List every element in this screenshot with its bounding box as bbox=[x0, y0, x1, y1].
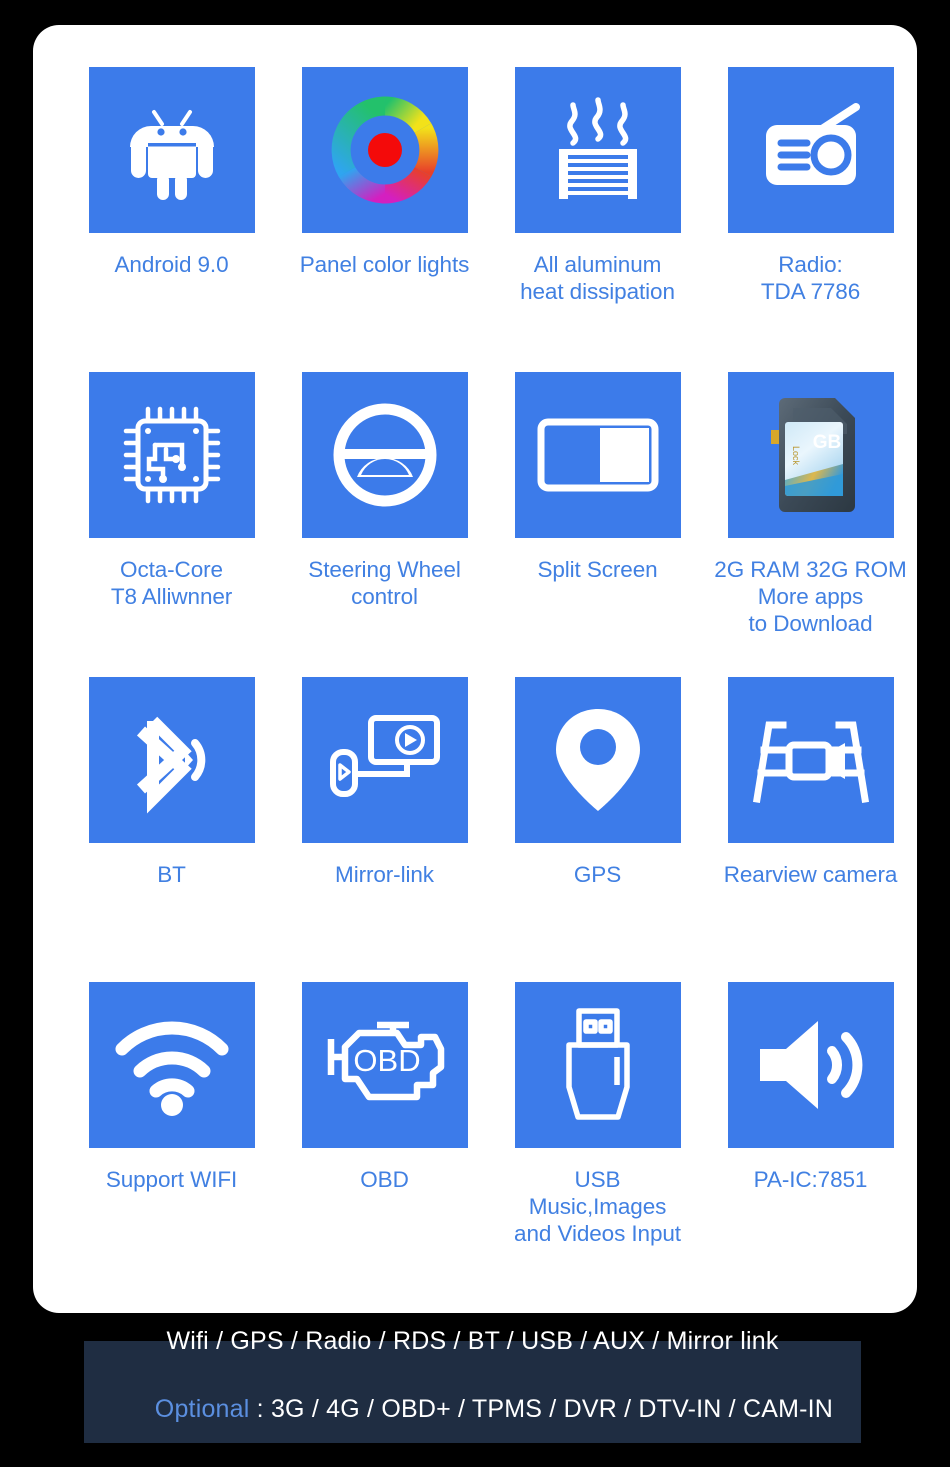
feature-label: Radio: TDA 7786 bbox=[761, 251, 860, 305]
optional-separator: : bbox=[250, 1395, 271, 1423]
split-screen-icon bbox=[536, 410, 660, 500]
feature-tile bbox=[728, 677, 894, 843]
feature-tile: GB Lock bbox=[728, 372, 894, 538]
feature-tile bbox=[302, 677, 468, 843]
feature-cell-wifi[interactable]: Support WIFI bbox=[65, 982, 278, 1287]
mirror-link-icon bbox=[323, 708, 447, 812]
speaker-volume-icon bbox=[752, 1015, 870, 1115]
cpu-chip-icon bbox=[114, 397, 230, 513]
radio-icon bbox=[752, 91, 870, 209]
feature-tile bbox=[302, 67, 468, 233]
usb-flash-drive-icon bbox=[555, 1005, 641, 1125]
feature-label: GPS bbox=[574, 861, 621, 888]
feature-tile bbox=[89, 372, 255, 538]
feature-tile bbox=[728, 982, 894, 1148]
feature-label: Split Screen bbox=[537, 556, 657, 583]
feature-label: Rearview camera bbox=[724, 861, 898, 888]
product-feature-page: Android 9.0 bbox=[0, 0, 950, 1467]
map-pin-icon bbox=[548, 701, 648, 819]
optional-label: Optional bbox=[155, 1395, 250, 1423]
engine-obd-icon: OBD bbox=[321, 1015, 449, 1115]
feature-label: Octa-Core T8 Alliwnner bbox=[111, 556, 232, 610]
color-wheel-icon bbox=[329, 94, 441, 206]
feature-cell-gps[interactable]: GPS bbox=[491, 677, 704, 977]
feature-cell-usb[interactable]: USB Music,Images and Videos Input bbox=[491, 982, 704, 1287]
feature-cell-android[interactable]: Android 9.0 bbox=[65, 67, 278, 367]
feature-cell-obd[interactable]: OBD OBD bbox=[278, 982, 491, 1287]
svg-text:OBD: OBD bbox=[353, 1043, 420, 1078]
spec-banner-line-standard: Wifi / GPS / Radio / RDS / BT / USB / AU… bbox=[166, 1324, 778, 1358]
feature-label: All aluminum heat dissipation bbox=[520, 251, 675, 305]
sd-card-icon: GB Lock bbox=[763, 394, 859, 516]
feature-tile bbox=[515, 677, 681, 843]
feature-cell-radio[interactable]: Radio: TDA 7786 bbox=[704, 67, 917, 367]
feature-label: Panel color lights bbox=[300, 251, 470, 278]
feature-label: BT bbox=[157, 861, 186, 888]
feature-cell-split-screen[interactable]: Split Screen bbox=[491, 372, 704, 672]
feature-label: OBD bbox=[360, 1166, 408, 1193]
feature-label: Support WIFI bbox=[106, 1166, 237, 1193]
bluetooth-icon bbox=[113, 701, 231, 819]
feature-label: PA-IC:7851 bbox=[754, 1166, 868, 1193]
feature-label: 2G RAM 32G ROM More apps to Download bbox=[714, 556, 906, 637]
feature-cell-cpu[interactable]: Octa-Core T8 Alliwnner bbox=[65, 372, 278, 672]
feature-tile bbox=[89, 677, 255, 843]
feature-cell-mirror-link[interactable]: Mirror-link bbox=[278, 677, 491, 977]
feature-label: USB Music,Images and Videos Input bbox=[514, 1166, 681, 1247]
feature-cell-steering-wheel[interactable]: Steering Wheel control bbox=[278, 372, 491, 672]
feature-label: Steering Wheel control bbox=[308, 556, 460, 610]
feature-card: Android 9.0 bbox=[33, 25, 917, 1313]
feature-cell-heat-dissipation[interactable]: All aluminum heat dissipation bbox=[491, 67, 704, 367]
optional-items: 3G / 4G / OBD+ / TPMS / DVR / DTV-IN / C… bbox=[271, 1395, 833, 1423]
feature-tile bbox=[302, 372, 468, 538]
feature-grid: Android 9.0 bbox=[65, 67, 917, 1287]
feature-tile: OBD bbox=[302, 982, 468, 1148]
feature-tile bbox=[728, 67, 894, 233]
feature-label: Android 9.0 bbox=[115, 251, 229, 278]
feature-tile bbox=[89, 982, 255, 1148]
spec-banner: Wifi / GPS / Radio / RDS / BT / USB / AU… bbox=[84, 1341, 861, 1443]
wifi-icon bbox=[110, 1011, 234, 1119]
svg-text:Lock: Lock bbox=[791, 446, 801, 466]
feature-cell-storage[interactable]: GB Lock 2G RAM 32G ROM More apps to Down… bbox=[704, 372, 917, 672]
heat-sink-icon bbox=[539, 91, 657, 209]
android-robot-icon bbox=[118, 96, 226, 204]
feature-cell-panel-color-lights[interactable]: Panel color lights bbox=[278, 67, 491, 367]
feature-cell-bluetooth[interactable]: BT bbox=[65, 677, 278, 977]
steering-wheel-icon bbox=[327, 397, 443, 513]
spec-banner-line-optional: Optional : 3G / 4G / OBD+ / TPMS / DVR /… bbox=[112, 1358, 833, 1460]
feature-tile bbox=[89, 67, 255, 233]
feature-tile bbox=[515, 67, 681, 233]
feature-cell-amplifier[interactable]: PA-IC:7851 bbox=[704, 982, 917, 1287]
feature-tile bbox=[515, 982, 681, 1148]
feature-tile bbox=[515, 372, 681, 538]
svg-text:GB: GB bbox=[812, 432, 841, 453]
rearview-camera-icon bbox=[749, 705, 873, 815]
feature-label: Mirror-link bbox=[335, 861, 434, 888]
feature-cell-rearview-camera[interactable]: Rearview camera bbox=[704, 677, 917, 977]
